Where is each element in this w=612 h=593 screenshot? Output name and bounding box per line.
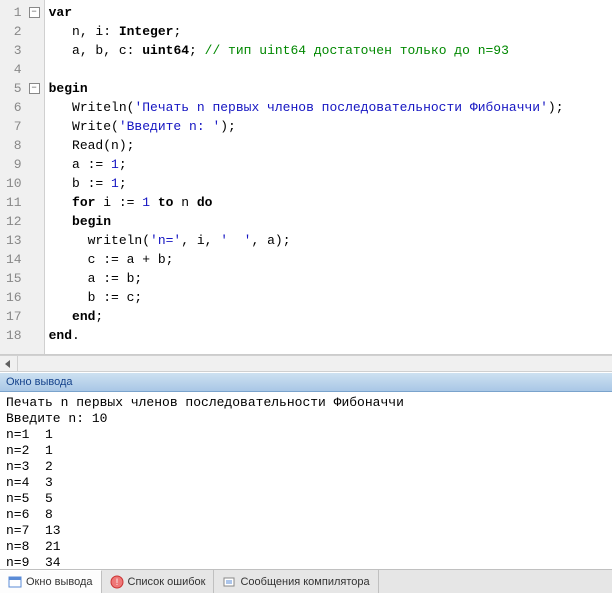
line-number: 16 [6, 288, 22, 307]
output-icon [8, 575, 22, 589]
line-number: 7 [6, 117, 22, 136]
line-number: 12 [6, 212, 22, 231]
code-line[interactable]: a := 1; [49, 155, 608, 174]
code-area[interactable]: var n, i: Integer; a, b, c: uint64; // т… [45, 0, 612, 354]
bottom-tabs: Окно вывода! Список ошибок Сообщения компи… [0, 569, 612, 593]
output-title: Окно вывода [6, 376, 73, 388]
fold-toggle-icon[interactable]: − [29, 83, 40, 94]
code-line[interactable]: a, b, c: uint64; // тип uint64 достаточе… [49, 41, 608, 60]
line-number: 10 [6, 174, 22, 193]
tab-label: Окно вывода [26, 576, 93, 588]
line-number: 5 [6, 79, 22, 98]
line-gutter: 1−2345−6789101112131415161718 [0, 0, 45, 354]
tab-label: Сообщения компилятора [240, 576, 369, 588]
code-line[interactable]: c := a + b; [49, 250, 608, 269]
code-line[interactable]: Write('Введите n: '); [49, 117, 608, 136]
code-line[interactable]: end. [49, 326, 608, 345]
output-panel-header: Окно вывода [0, 372, 612, 392]
fold-toggle-icon[interactable]: − [29, 7, 40, 18]
line-number: 13 [6, 231, 22, 250]
line-number: 11 [6, 193, 22, 212]
code-line[interactable]: Read(n); [49, 136, 608, 155]
code-line[interactable]: n, i: Integer; [49, 22, 608, 41]
output-panel[interactable]: Печать n первых членов последовательност… [0, 392, 612, 569]
svg-text:!: ! [115, 577, 118, 587]
tab-0[interactable]: Окно вывода [0, 570, 102, 593]
line-number: 4 [6, 60, 22, 79]
code-line[interactable]: var [49, 3, 608, 22]
code-line[interactable]: begin [49, 212, 608, 231]
line-number: 15 [6, 269, 22, 288]
code-line[interactable]: a := b; [49, 269, 608, 288]
code-line[interactable]: writeln('n=', i, ' ', a); [49, 231, 608, 250]
line-number: 2 [6, 22, 22, 41]
code-line[interactable]: Writeln('Печать n первых членов последов… [49, 98, 608, 117]
line-number: 8 [6, 136, 22, 155]
line-number: 18 [6, 326, 22, 345]
code-editor[interactable]: 1−2345−6789101112131415161718 var n, i: … [0, 0, 612, 355]
code-line[interactable]: end; [49, 307, 608, 326]
line-number: 17 [6, 307, 22, 326]
line-number: 1 [6, 3, 22, 22]
code-line[interactable]: b := c; [49, 288, 608, 307]
tab-label: Список ошибок [128, 576, 206, 588]
compiler-icon [222, 575, 236, 589]
errors-icon: ! [110, 575, 124, 589]
tab-1[interactable]: ! Список ошибок [102, 570, 215, 593]
scroll-left-arrow-icon[interactable] [5, 360, 10, 368]
code-line[interactable]: for i := 1 to n do [49, 193, 608, 212]
tab-2[interactable]: Сообщения компилятора [214, 570, 378, 593]
horizontal-scrollbar[interactable] [0, 355, 612, 372]
code-line[interactable]: b := 1; [49, 174, 608, 193]
line-number: 9 [6, 155, 22, 174]
line-number: 6 [6, 98, 22, 117]
code-line[interactable] [49, 60, 608, 79]
line-number: 14 [6, 250, 22, 269]
code-line[interactable]: begin [49, 79, 608, 98]
line-number: 3 [6, 41, 22, 60]
